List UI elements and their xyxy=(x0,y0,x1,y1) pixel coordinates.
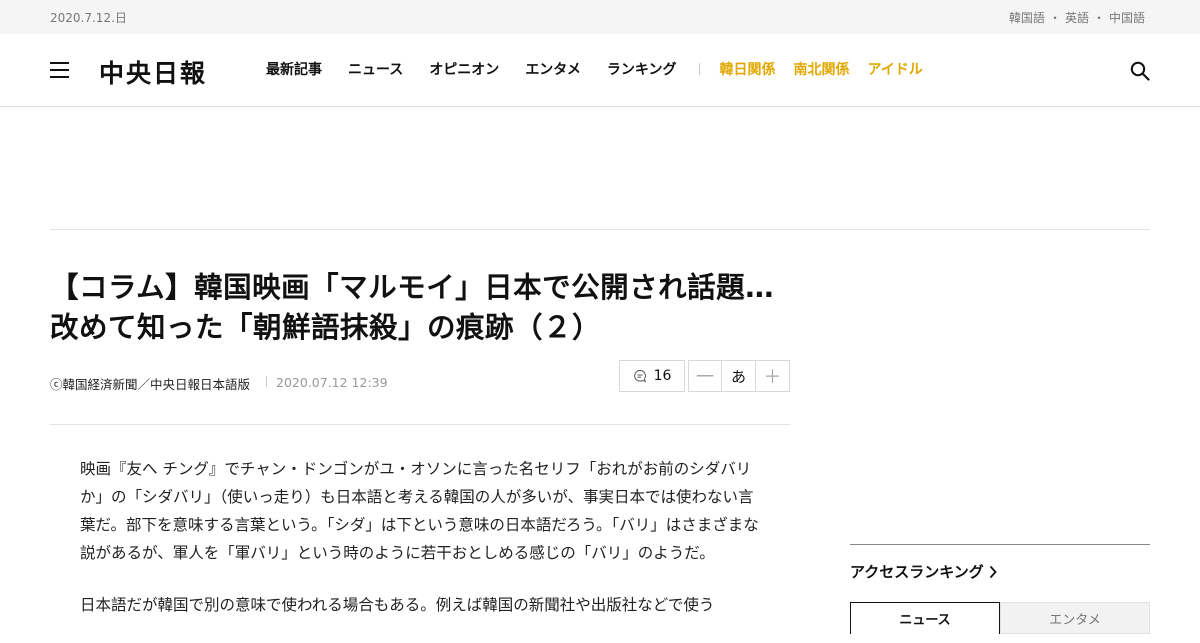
top-utility-bar: 2020.7.12.日 韓国語 ・ 英語 ・ 中国語 xyxy=(0,0,1200,34)
current-date: 2020.7.12.日 xyxy=(50,11,127,25)
article-source: ⓒ韓国経済新聞／中央日報日本語版 xyxy=(50,377,251,392)
article-timestamp: 2020.07.12 12:39 xyxy=(276,375,388,390)
tab-entertainment[interactable]: エンタメ xyxy=(1000,602,1150,634)
language-links: 韓国語 ・ 英語 ・ 中国語 xyxy=(1009,9,1145,26)
access-ranking-title: アクセスランキング xyxy=(850,563,984,581)
sidebar: アクセスランキング ニュース エンタメ xyxy=(850,544,1150,634)
article-headline: 【コラム】韓国映画「マルモイ」日本で公開され話題…改めて知った「朝鮮語抹殺」の痕… xyxy=(50,271,775,344)
access-ranking-link[interactable]: アクセスランキング xyxy=(850,561,1150,582)
menu-item-idol[interactable]: アイドル xyxy=(868,59,923,79)
chevron-right-icon xyxy=(989,565,997,578)
ranking-tabs: ニュース エンタメ xyxy=(850,602,1150,634)
comment-button[interactable]: 16 xyxy=(619,360,685,392)
language-link-chinese[interactable]: 中国語 xyxy=(1109,9,1145,26)
article-paragraph: 日本語だが韓国で別の意味で使われる場合もある。例えば韓国の新聞社や出版社などで使… xyxy=(80,596,715,614)
font-decrease-button[interactable]: 一 xyxy=(688,360,722,392)
language-link-english[interactable]: 英語 xyxy=(1065,9,1089,26)
article-paragraph: 映画『友へ チング』でチャン・ドンゴンがユ・オソンに言った名セリフ「おれがお前の… xyxy=(80,460,759,562)
article-tools: 16 一 あ ＋ xyxy=(619,360,790,392)
menu-item-latest[interactable]: 最新記事 xyxy=(266,59,322,79)
hamburger-icon[interactable] xyxy=(50,62,69,78)
search-icon[interactable] xyxy=(1130,61,1150,81)
article-body: 映画『友へ チング』でチャン・ドンゴンがユ・オソンに言った名セリフ「おれがお前の… xyxy=(50,425,790,619)
article-meta: ⓒ韓国経済新聞／中央日報日本語版 2020.07.12 12:39 16 一 あ… xyxy=(50,360,790,425)
language-link-korean[interactable]: 韓国語 xyxy=(1009,9,1045,26)
menu-item-ranking[interactable]: ランキング xyxy=(607,59,677,79)
site-logo[interactable]: 中央日報 xyxy=(99,54,207,90)
comment-icon xyxy=(633,369,646,383)
comment-count: 16 xyxy=(653,368,672,384)
menu-item-news[interactable]: ニュース xyxy=(348,59,403,79)
font-increase-button[interactable]: ＋ xyxy=(756,360,790,392)
menu-item-entertainment[interactable]: エンタメ xyxy=(525,59,581,79)
article: 【コラム】韓国映画「マルモイ」日本で公開され話題…改めて知った「朝鮮語抹殺」の痕… xyxy=(50,268,790,643)
language-separator: ・ xyxy=(1048,11,1061,25)
language-separator: ・ xyxy=(1092,11,1105,25)
menu-item-inter-korean[interactable]: 南北関係 xyxy=(794,59,850,79)
main-header: 中央日報 最新記事 ニュース オピニオン エンタメ ランキング 韓日関係 南北関… xyxy=(0,34,1200,107)
font-sample-button[interactable]: あ xyxy=(722,360,756,392)
menu-divider xyxy=(698,63,700,75)
menu-item-korea-japan[interactable]: 韓日関係 xyxy=(720,59,776,79)
meta-divider xyxy=(266,376,267,387)
main-menu: 最新記事 ニュース オピニオン エンタメ ランキング 韓日関係 南北関係 アイド… xyxy=(266,59,941,79)
tab-news[interactable]: ニュース xyxy=(850,602,1000,634)
ad-banner-area xyxy=(50,107,1150,230)
menu-item-opinion[interactable]: オピニオン xyxy=(429,59,499,79)
